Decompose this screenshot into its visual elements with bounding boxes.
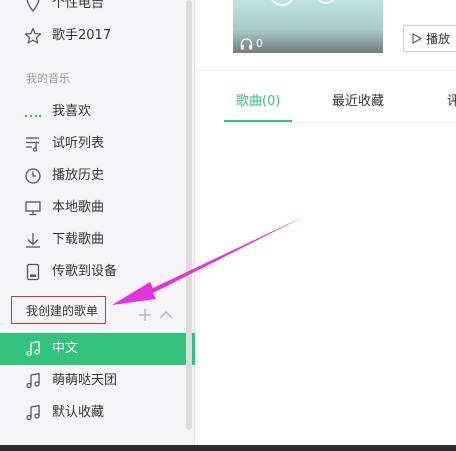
sidebar-item-label: 歌手2017 bbox=[52, 28, 112, 43]
sidebar-item-radio[interactable]: 个性电台 bbox=[0, 0, 185, 20]
playlist-cover[interactable]: 0 bbox=[233, 0, 383, 53]
playlist-item-default-favorites[interactable]: 默认收藏 bbox=[0, 397, 185, 429]
clock-icon bbox=[25, 168, 41, 184]
music-note-icon bbox=[26, 340, 40, 357]
tab-comments[interactable]: 评 bbox=[447, 90, 456, 109]
sidebar-item-label: 本地歌曲 bbox=[52, 200, 105, 215]
sidebar-item-trial-list[interactable]: 试听列表 bbox=[0, 128, 185, 160]
cover-decoration bbox=[315, 0, 337, 4]
active-tab-indicator bbox=[224, 120, 292, 122]
playlist-item-label: 默认收藏 bbox=[52, 405, 105, 420]
playlist-icon bbox=[26, 137, 40, 152]
sidebar-item-local[interactable]: 本地歌曲 bbox=[0, 192, 185, 224]
playlist-item-label: 萌萌哒天团 bbox=[52, 373, 118, 388]
playlist-item-chinese[interactable]: 中文 bbox=[0, 333, 195, 365]
sidebar-item-label: 试听列表 bbox=[52, 136, 105, 151]
sidebar-scrollbar[interactable] bbox=[186, 0, 192, 430]
listen-count: 0 bbox=[240, 37, 263, 50]
sidebar-item-transfer[interactable]: 传歌到设备 bbox=[0, 256, 185, 288]
sidebar-item-label: 播放历史 bbox=[52, 168, 105, 183]
music-note-icon bbox=[26, 404, 40, 421]
sidebar: 个性电台 歌手2017 我的音乐 我喜欢 试听列表 播放历史 本地歌曲 下载歌曲… bbox=[0, 0, 195, 445]
tab-recent-favorites[interactable]: 最近收藏 bbox=[332, 90, 384, 109]
add-playlist-icon[interactable] bbox=[138, 308, 152, 322]
collapse-chevron-up-icon[interactable] bbox=[159, 308, 173, 322]
cover-decoration bbox=[269, 0, 295, 6]
divider bbox=[224, 122, 456, 123]
sidebar-item-label: 传歌到设备 bbox=[52, 264, 118, 279]
radio-icon bbox=[26, 0, 40, 13]
created-playlists-title: 我创建的歌单 bbox=[26, 303, 99, 318]
heart-bars-icon bbox=[25, 115, 41, 117]
device-icon bbox=[26, 263, 40, 281]
sidebar-item-history[interactable]: 播放历史 bbox=[0, 160, 185, 192]
play-all-label: 播放 bbox=[426, 32, 451, 46]
tab-songs[interactable]: 歌曲(0) bbox=[236, 90, 280, 109]
listen-count-value: 0 bbox=[256, 37, 263, 50]
music-note-icon bbox=[26, 372, 40, 389]
sidebar-item-label: 下载歌曲 bbox=[52, 232, 105, 247]
sidebar-item-label: 我喜欢 bbox=[52, 104, 92, 119]
created-playlists-header[interactable]: 我创建的歌单 bbox=[11, 296, 106, 324]
divider bbox=[196, 70, 456, 71]
playlist-item-label: 中文 bbox=[52, 341, 79, 356]
play-all-button[interactable]: 播放 bbox=[403, 25, 456, 52]
section-title-my-music: 我的音乐 bbox=[26, 72, 70, 85]
sidebar-item-liked[interactable]: 我喜欢 bbox=[0, 96, 185, 128]
download-icon bbox=[26, 233, 40, 248]
sidebar-item-downloads[interactable]: 下载歌曲 bbox=[0, 224, 185, 256]
sidebar-item-singer[interactable]: 歌手2017 bbox=[0, 20, 185, 52]
sidebar-item-label: 个性电台 bbox=[52, 0, 105, 11]
headphones-icon bbox=[240, 37, 253, 49]
playlist-item-mengmengda[interactable]: 萌萌哒天团 bbox=[0, 365, 185, 397]
player-bar bbox=[0, 445, 456, 451]
play-icon bbox=[412, 33, 422, 44]
monitor-icon bbox=[25, 201, 41, 216]
star-icon bbox=[24, 27, 42, 44]
